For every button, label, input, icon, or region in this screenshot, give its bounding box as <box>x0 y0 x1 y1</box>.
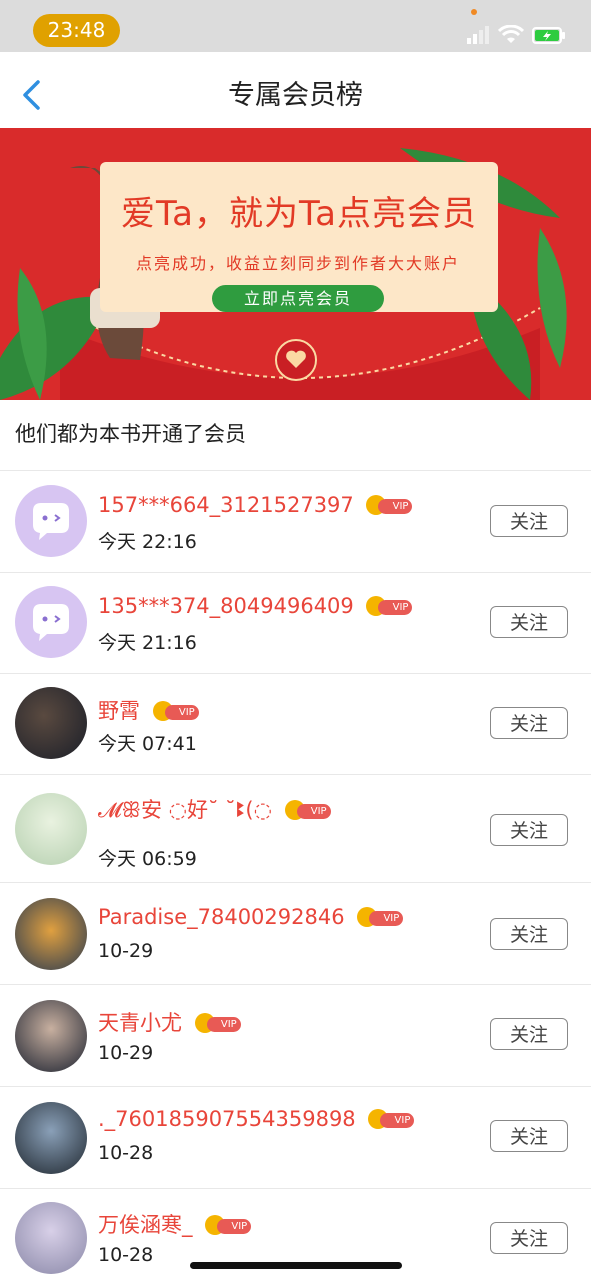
avatar[interactable] <box>15 586 87 658</box>
member-time: 10-28 <box>98 1142 154 1164</box>
follow-button[interactable]: 关注 <box>490 1120 568 1152</box>
vip-badge: VIP <box>284 800 333 821</box>
vip-badge: VIP <box>357 907 405 928</box>
follow-button[interactable]: 关注 <box>490 606 568 638</box>
default-avatar-icon <box>33 604 69 641</box>
light-up-vip-button[interactable]: 立即点亮会员 <box>212 285 384 312</box>
follow-button[interactable]: 关注 <box>490 1222 568 1254</box>
avatar[interactable] <box>15 793 87 865</box>
member-time: 10-28 <box>98 1244 154 1266</box>
page-title: 专属会员榜 <box>228 80 363 111</box>
member-row[interactable]: 157***664_3121527397 VIP 今天 22:16 关注 <box>0 471 591 573</box>
member-time: 10-29 <box>98 1042 154 1064</box>
status-time: 23:48 <box>33 14 120 47</box>
member-row[interactable]: 135***374_8049496409 VIP 今天 21:16 关注 <box>0 572 591 674</box>
default-avatar-icon <box>33 503 69 540</box>
section-title: 他们都为本书开通了会员 <box>15 422 246 446</box>
vip-badge: VIP <box>152 701 201 722</box>
member-row[interactable]: ._760185907554359898 VIP 10-28 关注 <box>0 1086 591 1189</box>
wifi-icon <box>498 25 524 43</box>
member-row[interactable]: 𝓜ꕥ安 ◌好˘ ˘ꔪ(◌ VIP 今天 06:59 关注 <box>0 774 591 883</box>
follow-button[interactable]: 关注 <box>490 918 568 950</box>
member-name[interactable]: 157***664_3121527397 VIP <box>98 493 414 517</box>
follow-button[interactable]: 关注 <box>490 505 568 537</box>
member-name[interactable]: 135***374_8049496409 VIP <box>98 594 414 618</box>
member-time: 今天 07:41 <box>98 733 197 755</box>
banner-subtitle: 点亮成功，收益立刻同步到作者大大账户 <box>136 254 461 273</box>
home-indicator[interactable] <box>190 1262 402 1269</box>
member-time: 今天 21:16 <box>98 632 197 654</box>
member-row[interactable]: 天青小尤 VIP 10-29 关注 <box>0 984 591 1087</box>
member-name[interactable]: 天青小尤 VIP <box>98 1007 243 1037</box>
avatar[interactable] <box>15 1000 87 1072</box>
member-row[interactable]: 野霄 VIP 今天 07:41 关注 <box>0 673 591 775</box>
member-name[interactable]: 野霄 VIP <box>98 695 201 725</box>
member-time: 今天 22:16 <box>98 531 197 553</box>
member-name[interactable]: 𝓜ꕥ安 ◌好˘ ˘ꔪ(◌ VIP <box>98 794 333 824</box>
status-bar: 23:48 <box>0 0 591 52</box>
member-name[interactable]: ._760185907554359898 VIP <box>98 1107 416 1131</box>
follow-button[interactable]: 关注 <box>490 1018 568 1050</box>
member-row[interactable]: Paradise_78400292846 VIP 10-29 关注 <box>0 882 591 985</box>
vip-badge: VIP <box>205 1215 253 1236</box>
avatar[interactable] <box>15 687 87 759</box>
vip-badge: VIP <box>194 1013 243 1034</box>
banner-title: 爱Ta，就为Ta点亮会员 <box>121 194 477 234</box>
recording-dot <box>471 9 477 15</box>
member-name[interactable]: Paradise_78400292846 VIP <box>98 905 405 929</box>
vip-badge: VIP <box>366 495 414 516</box>
vip-badge: VIP <box>366 596 414 617</box>
promo-banner[interactable]: 爱Ta，就为Ta点亮会员 点亮成功，收益立刻同步到作者大大账户 立即点亮会员 <box>0 128 591 400</box>
member-name[interactable]: 万俟涵寒_ VIP <box>98 1209 253 1239</box>
avatar[interactable] <box>15 898 87 970</box>
follow-button[interactable]: 关注 <box>490 707 568 739</box>
avatar[interactable] <box>15 1102 87 1174</box>
vip-badge: VIP <box>368 1109 416 1130</box>
member-time: 今天 06:59 <box>98 848 197 870</box>
signal-icon <box>467 26 489 44</box>
member-time: 10-29 <box>98 940 154 962</box>
follow-button[interactable]: 关注 <box>490 814 568 846</box>
battery-icon <box>532 27 565 44</box>
avatar[interactable] <box>15 1202 87 1274</box>
avatar[interactable] <box>15 485 87 557</box>
